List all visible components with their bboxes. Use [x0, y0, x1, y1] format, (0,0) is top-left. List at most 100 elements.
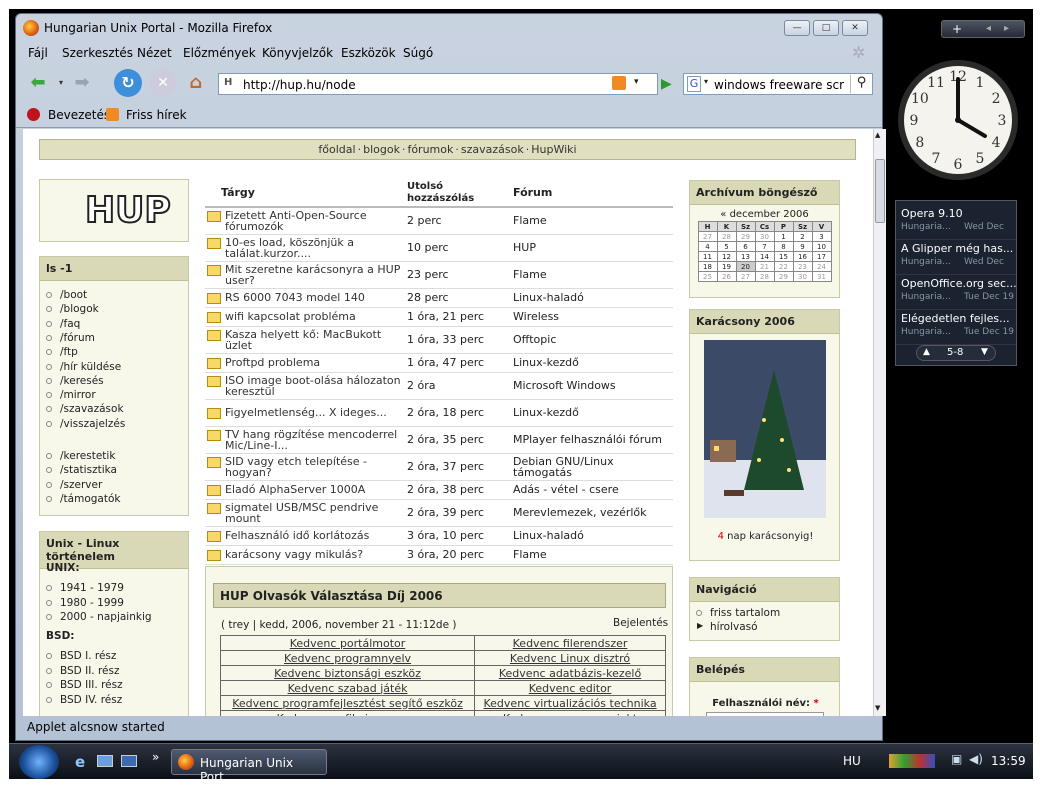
nav-feed-reader[interactable]: hírolvasó — [710, 621, 758, 633]
calendar-day[interactable]: 28 — [754, 271, 775, 282]
poll-category-link[interactable]: Kedvenc programfejlesztést segítő eszköz — [219, 695, 476, 711]
clock-gadget[interactable]: 1110987 6 5432112 — [895, 57, 1021, 183]
ls-link[interactable]: /szerver — [60, 479, 102, 491]
forum-cell[interactable]: HUP — [511, 234, 673, 262]
ls-link[interactable]: /keresés — [60, 375, 104, 387]
ls-link[interactable]: /hír küldése — [60, 361, 121, 373]
hup-logo[interactable]: HUP — [40, 180, 190, 243]
ls-link[interactable]: /kerestetik — [60, 450, 115, 462]
engine-dropdown-icon[interactable]: ▾ — [704, 77, 708, 86]
calendar-day[interactable]: 22 — [773, 261, 794, 272]
calendar-day[interactable]: 2 — [792, 231, 813, 242]
calendar-day[interactable]: 19 — [716, 261, 737, 272]
feed-item[interactable]: Opera 9.10 Hungaria... Wed Dec — [896, 206, 1016, 240]
history-link[interactable]: BSD III. rész — [60, 679, 123, 691]
calendar-day[interactable]: 25 — [697, 271, 718, 282]
calendar-day[interactable]: 3 — [811, 231, 832, 242]
calendar-day[interactable]: 13 — [735, 251, 756, 262]
forum-cell[interactable]: Offtopic — [511, 326, 673, 354]
nav-blogs[interactable]: blogok — [363, 143, 400, 156]
reload-icon[interactable]: ↻ — [114, 69, 142, 97]
vertical-scrollbar[interactable]: ▲ ▼ — [873, 129, 886, 716]
calendar-day[interactable]: 31 — [811, 271, 832, 282]
poll-category-link[interactable]: Kedvenc Linux disztró — [474, 650, 666, 666]
start-button[interactable] — [19, 745, 59, 779]
calendar-day[interactable]: 6 — [735, 241, 756, 252]
bookmark-intro[interactable]: Bevezetés — [48, 108, 110, 122]
forward-icon[interactable]: ➡ — [68, 69, 96, 97]
history-link[interactable]: BSD II. rész — [60, 665, 120, 677]
poll-category-link[interactable]: Kedvenc virtualizációs technika — [474, 695, 666, 711]
calendar-day[interactable]: 14 — [754, 251, 775, 262]
url-dropdown-icon[interactable]: ▾ — [634, 77, 639, 87]
ls-link[interactable]: /mirror — [60, 389, 96, 401]
menu-file[interactable]: Fájl — [28, 46, 48, 60]
calendar-day[interactable]: 9 — [792, 241, 813, 252]
minimize-button[interactable]: — — [784, 20, 810, 36]
nav-home[interactable]: főoldal — [318, 143, 355, 156]
topic-link[interactable]: SID vagy etch telepítése - hogyan? — [225, 456, 403, 478]
scroll-up-icon[interactable]: ▲ — [875, 131, 880, 139]
forum-cell[interactable]: Flame — [511, 261, 673, 289]
topic-link[interactable]: Mit szeretne karácsonyra a HUP user? — [225, 264, 403, 286]
clock-time[interactable]: 13:59 — [991, 754, 1026, 768]
ie-icon[interactable]: e — [75, 753, 85, 771]
calendar-day[interactable]: 10 — [811, 241, 832, 252]
poll-category-link[interactable]: Kedvenc filerendszer — [474, 635, 666, 651]
menu-bookmarks[interactable]: Könyvjelzők — [262, 46, 333, 60]
search-input[interactable]: windows freeware scree — [714, 78, 844, 92]
ls-link[interactable]: /faq — [60, 318, 80, 330]
history-link[interactable]: BSD I. rész — [60, 650, 116, 662]
calendar-day[interactable]: 29 — [735, 231, 756, 242]
forum-cell[interactable]: MPlayer felhasználói fórum — [511, 426, 673, 454]
tray-icons[interactable] — [889, 754, 935, 768]
history-link[interactable]: 1941 - 1979 — [60, 582, 124, 594]
calendar-day[interactable]: 30 — [754, 231, 775, 242]
topic-link[interactable]: Eladó AlphaServer 1000A — [225, 484, 403, 495]
topic-link[interactable]: RS 6000 7043 model 140 — [225, 292, 403, 303]
ls-link[interactable]: /szavazások — [60, 403, 124, 415]
prev-icon[interactable]: ◂ — [986, 23, 991, 34]
topic-link[interactable]: Proftpd problema — [225, 357, 403, 368]
calendar-day[interactable]: 29 — [773, 271, 794, 282]
topic-link[interactable]: Felhasználó idő korlátozás — [225, 530, 403, 541]
stop-icon[interactable]: ✕ — [149, 69, 177, 97]
calendar-day[interactable]: 23 — [792, 261, 813, 272]
forum-cell[interactable]: Adás - vétel - csere — [511, 480, 673, 500]
home-icon[interactable]: ⌂ — [182, 69, 210, 97]
next-icon[interactable]: ▸ — [1004, 23, 1009, 34]
forum-cell[interactable]: Debian GNU/Linux támogatás — [511, 453, 673, 481]
topic-link[interactable]: karácsony vagy mikulás? — [225, 549, 403, 560]
bookmark-news[interactable]: Friss hírek — [126, 108, 187, 122]
ls-link[interactable]: /fórum — [60, 332, 95, 344]
topic-link[interactable]: Figyelmetlenség... X ideges... — [225, 407, 403, 418]
calendar-day[interactable]: 8 — [773, 241, 794, 252]
history-link[interactable]: 1980 - 1999 — [60, 597, 124, 609]
history-link[interactable]: BSD IV. rész — [60, 694, 122, 706]
nav-wiki[interactable]: HupWiki — [531, 143, 576, 156]
calendar-day[interactable]: 7 — [754, 241, 775, 252]
menu-tools[interactable]: Eszközök — [341, 46, 396, 60]
close-button[interactable]: ✕ — [842, 20, 868, 36]
pager-up-icon[interactable]: ▲ — [923, 347, 930, 357]
topic-link[interactable]: sigmatel USB/MSC pendrive mount — [225, 502, 403, 524]
topic-link[interactable]: 10-es load, köszönjük a találat.kurzor..… — [225, 237, 403, 259]
poll-category-link[interactable]: Kedvenc programnyelv — [219, 650, 476, 666]
topic-link[interactable]: Fizetett Anti-Open-Source fórumozók — [225, 210, 403, 232]
forum-cell[interactable]: Wireless — [511, 307, 673, 327]
go-icon[interactable]: ▶ — [661, 76, 672, 92]
task-firefox[interactable]: Hungarian Unix Port... — [171, 749, 327, 784]
nav-fresh-content[interactable]: friss tartalom — [710, 607, 780, 619]
rss-feed-icon[interactable] — [612, 76, 626, 90]
menu-help[interactable]: Súgó — [403, 46, 433, 60]
search-engine-icon[interactable]: G — [687, 76, 701, 92]
calendar-day[interactable]: 5 — [716, 241, 737, 252]
nav-polls[interactable]: szavazások — [461, 143, 524, 156]
calendar-day[interactable]: 20 — [735, 261, 756, 272]
forum-cell[interactable]: Merevlemezek, vezérlők — [511, 499, 673, 527]
poll-category-link[interactable]: Kedvenc editor — [474, 680, 666, 696]
topic-link[interactable]: ISO image boot-olása hálozaton keresztül — [225, 375, 403, 397]
calendar-month[interactable]: « december 2006 — [690, 209, 839, 220]
calendar-day[interactable]: 11 — [697, 251, 718, 262]
ls-link[interactable]: /statisztika — [60, 464, 117, 476]
